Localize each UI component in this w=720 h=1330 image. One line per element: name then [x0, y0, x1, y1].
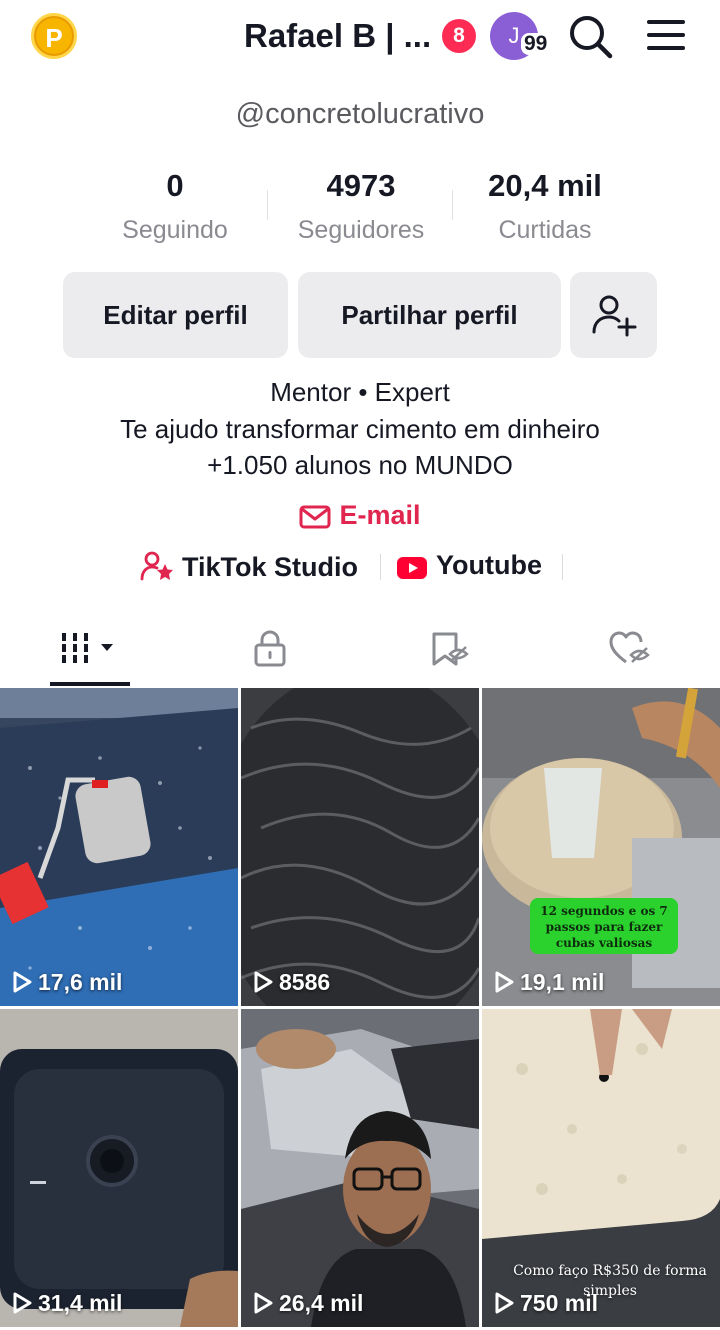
view-count: 750 mil — [494, 1290, 598, 1317]
edit-profile-button[interactable]: Editar perfil — [63, 272, 288, 358]
tab-private[interactable] — [180, 616, 360, 686]
account-count-badge: 99 — [521, 33, 551, 55]
add-user-icon — [592, 295, 637, 337]
bio-line: +1.050 alunos no MUNDO — [207, 450, 513, 480]
video-thumbnail[interactable]: 8586 — [241, 688, 479, 1006]
stat-label: Seguidores — [297, 216, 425, 244]
video-thumbnail[interactable]: Como faço R$350 de forma simples 750 mil — [482, 1009, 720, 1327]
view-count-text: 26,4 mil — [279, 1290, 364, 1316]
search-icon[interactable] — [566, 12, 616, 62]
view-count-text: 750 mil — [520, 1290, 598, 1316]
link-divider — [380, 554, 381, 580]
tab-favorites[interactable] — [360, 616, 540, 686]
username-title[interactable]: Rafael B | ... — [244, 17, 431, 55]
lock-icon — [254, 630, 286, 667]
heart-hidden-icon — [609, 631, 650, 664]
profile-stats: 0 Seguindo 4973 Seguidores 20,4 mil Curt… — [0, 168, 720, 248]
stat-value: 20,4 mil — [488, 168, 602, 203]
video-thumbnail-image — [482, 688, 720, 1006]
video-thumbnail[interactable]: 26,4 mil — [241, 1009, 479, 1327]
menu-icon[interactable] — [644, 14, 688, 58]
play-icon — [495, 971, 514, 993]
play-icon — [13, 971, 32, 993]
view-count: 8586 — [253, 969, 330, 996]
active-tab-indicator — [50, 682, 130, 686]
view-count-text: 31,4 mil — [38, 1290, 123, 1316]
tab-videos[interactable] — [0, 616, 180, 686]
video-thumbnail[interactable]: 31,4 mil — [0, 1009, 238, 1327]
video-thumbnail-image — [241, 1009, 479, 1327]
video-thumbnail-image — [0, 1009, 238, 1327]
stat-divider — [452, 190, 453, 220]
video-grid: 17,6 mil 8586 12 segundos e os 7 passos … — [0, 688, 720, 1330]
mail-icon — [299, 505, 331, 529]
view-count: 19,1 mil — [494, 969, 604, 996]
tiktok-studio-label: TikTok Studio — [182, 552, 359, 582]
video-thumbnail[interactable]: 12 segundos e os 7 passos para fazer cub… — [482, 688, 720, 1006]
video-thumbnail-image — [0, 688, 238, 1006]
top-bar: P Rafael B | ... 8 J 99 — [0, 0, 720, 76]
view-count-text: 8586 — [279, 969, 331, 995]
stat-label: Curtidas — [498, 216, 592, 244]
play-icon — [13, 1292, 32, 1314]
stat-label: Seguindo — [122, 216, 228, 244]
creator-star-icon — [140, 551, 173, 581]
bookmark-hidden-icon — [432, 632, 469, 666]
bio-line: Mentor • Expert — [270, 377, 450, 407]
youtube-link[interactable]: Youtube — [396, 550, 542, 581]
tiktok-studio-link[interactable]: TikTok Studio — [140, 550, 358, 583]
video-grid-icon — [62, 633, 113, 663]
bio-line: Te ajudo transformar cimento em dinheiro — [120, 414, 600, 444]
stat-divider — [267, 190, 268, 220]
share-profile-button[interactable]: Partilhar perfil — [298, 272, 561, 358]
view-count: 31,4 mil — [12, 1290, 122, 1317]
stat-followers[interactable]: 4973 Seguidores — [271, 168, 451, 245]
stat-following[interactable]: 0 Seguindo — [85, 168, 265, 245]
link-divider — [562, 554, 563, 580]
play-icon — [254, 971, 273, 993]
video-caption-overlay: 12 segundos e os 7 passos para fazer cub… — [530, 898, 678, 954]
play-icon — [254, 1292, 273, 1314]
coin-icon[interactable]: P — [31, 13, 77, 59]
play-icon — [495, 1292, 514, 1314]
content-tabs — [0, 616, 720, 688]
youtube-label: Youtube — [436, 550, 542, 580]
video-thumbnail-image — [241, 688, 479, 1006]
stat-likes[interactable]: 20,4 mil Curtidas — [455, 168, 635, 245]
notification-badge: 8 — [442, 19, 476, 53]
profile-links: TikTok Studio Youtube — [0, 550, 720, 590]
view-count-text: 19,1 mil — [520, 969, 605, 995]
view-count: 17,6 mil — [12, 969, 122, 996]
youtube-icon — [397, 557, 427, 579]
profile-handle: @concretolucrativo — [235, 98, 485, 130]
add-friend-button[interactable] — [570, 272, 657, 358]
stat-value: 4973 — [326, 168, 396, 203]
tab-liked[interactable] — [540, 616, 720, 686]
email-link[interactable]: E-mail — [0, 500, 720, 531]
email-label: E-mail — [339, 500, 421, 530]
view-count: 26,4 mil — [253, 1290, 363, 1317]
view-count-text: 17,6 mil — [38, 969, 123, 995]
video-thumbnail[interactable]: 17,6 mil — [0, 688, 238, 1006]
stat-value: 0 — [166, 168, 184, 203]
